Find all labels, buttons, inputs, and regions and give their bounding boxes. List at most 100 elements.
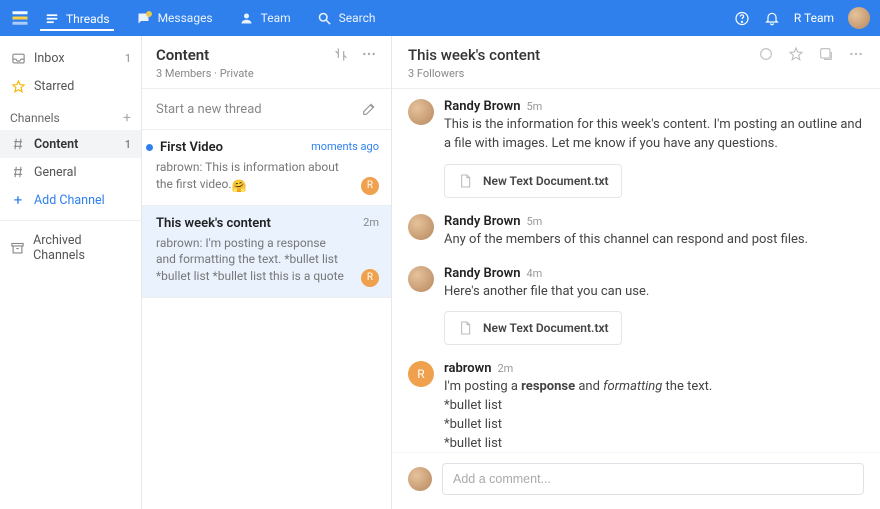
- message-time: 5m: [526, 100, 542, 113]
- thread-avatar: R: [361, 177, 379, 195]
- thread-preview: rabrown: This is information about the f…: [156, 159, 377, 193]
- comment-bar: [392, 452, 880, 509]
- channel-title: Content: [156, 46, 254, 64]
- plus-icon: +: [10, 192, 26, 208]
- sidebar-item-general[interactable]: General: [0, 158, 141, 186]
- sidebar-channels-header: Channels +: [0, 100, 141, 130]
- inbox-icon: [10, 50, 26, 66]
- hash-icon: [10, 164, 26, 180]
- thread-avatar: R: [361, 269, 379, 287]
- team-icon: [239, 10, 255, 26]
- star-outline-icon[interactable]: [788, 46, 804, 62]
- message: Randy Brown5m Any of the members of this…: [408, 214, 864, 250]
- sidebar-item-label: Content: [34, 137, 78, 152]
- tab-threads[interactable]: Threads: [40, 7, 114, 31]
- file-attachment[interactable]: New Text Document.txt: [444, 311, 622, 345]
- tab-team[interactable]: Team: [235, 6, 295, 30]
- compose-icon: [361, 101, 377, 117]
- more-icon[interactable]: [361, 46, 377, 62]
- bullet-line: *bullet list: [444, 435, 864, 452]
- sidebar-item-label: Archived Channels: [33, 233, 131, 263]
- avatar: [408, 214, 434, 240]
- tab-team-label: Team: [261, 11, 291, 25]
- thread-time: moments ago: [311, 140, 379, 153]
- message-author: Randy Brown5m: [444, 214, 864, 229]
- thread-list: Content 3 Members · Private Start a new …: [142, 36, 392, 509]
- message-time: 4m: [526, 267, 542, 280]
- sidebar: Inbox 1 Starred Channels + Content 1 Gen…: [0, 36, 142, 509]
- thread-title: This week's content: [156, 216, 377, 231]
- more-icon[interactable]: [848, 46, 864, 62]
- message: Randy Brown4m Here's another file that y…: [408, 266, 864, 346]
- comment-input[interactable]: [442, 463, 864, 495]
- sort-icon[interactable]: [333, 46, 349, 62]
- sidebar-item-label: Starred: [34, 79, 74, 94]
- sidebar-add-channel[interactable]: + Add Channel: [0, 186, 141, 214]
- sidebar-item-label: Add Channel: [34, 193, 105, 208]
- topbar-nav: Threads Messages Team Search: [40, 5, 380, 31]
- archive-icon: [10, 240, 25, 256]
- new-thread-input[interactable]: Start a new thread: [142, 89, 391, 130]
- sidebar-item-count: 1: [125, 138, 131, 151]
- divider: [0, 220, 141, 221]
- star-icon: [10, 78, 26, 94]
- user-avatar[interactable]: [848, 7, 870, 29]
- tab-threads-label: Threads: [66, 12, 110, 26]
- hug-emoji-icon: 🤗: [232, 178, 246, 192]
- thread-item[interactable]: This week's content 2m rabrown: I'm post…: [142, 206, 391, 298]
- thread-item[interactable]: First Video moments ago rabrown: This is…: [142, 130, 391, 206]
- channel-subtitle: 3 Members · Private: [156, 67, 254, 80]
- message-text: This is the information for this week's …: [444, 116, 864, 154]
- thread-detail-title: This week's content: [408, 46, 540, 64]
- search-icon: [317, 10, 333, 26]
- messages-badge-icon: [146, 11, 152, 17]
- file-name: New Text Document.txt: [483, 174, 609, 188]
- channel-header: Content 3 Members · Private: [142, 36, 391, 89]
- message-text: Any of the members of this channel can r…: [444, 231, 864, 250]
- sidebar-archived[interactable]: Archived Channels: [0, 227, 141, 269]
- thread-detail: This week's content 3 Followers Randy Br…: [392, 36, 880, 509]
- message-time: 5m: [526, 215, 542, 228]
- tab-search[interactable]: Search: [313, 6, 380, 30]
- sidebar-item-starred[interactable]: Starred: [0, 72, 141, 100]
- avatar: R: [408, 361, 434, 387]
- tab-search-label: Search: [339, 11, 376, 25]
- bell-icon[interactable]: [764, 10, 780, 26]
- thread-header: This week's content 3 Followers: [392, 36, 880, 89]
- new-thread-placeholder: Start a new thread: [156, 102, 262, 117]
- message-time: 2m: [497, 362, 513, 375]
- help-icon[interactable]: [734, 10, 750, 26]
- message: R rabrown2m I'm posting a response and f…: [408, 361, 864, 452]
- circle-icon[interactable]: [758, 46, 774, 62]
- message-author: Randy Brown4m: [444, 266, 864, 281]
- thread-preview: rabrown: I'm posting a response and form…: [156, 235, 377, 285]
- message-feed: Randy Brown5m This is the information fo…: [392, 89, 880, 452]
- file-attachment[interactable]: New Text Document.txt: [444, 164, 622, 198]
- hash-icon: [10, 136, 26, 152]
- file-name: New Text Document.txt: [483, 321, 609, 335]
- bullet-line: *bullet list: [444, 397, 864, 416]
- tab-messages-label: Messages: [158, 11, 213, 25]
- message: Randy Brown5m This is the information fo…: [408, 99, 864, 198]
- file-icon: [457, 173, 473, 189]
- message-text: I'm posting a response and formatting th…: [444, 378, 864, 452]
- brand-icon: [10, 8, 30, 28]
- move-icon[interactable]: [818, 46, 834, 62]
- sidebar-item-label: Inbox: [34, 51, 65, 66]
- main: Inbox 1 Starred Channels + Content 1 Gen…: [0, 36, 880, 509]
- channels-header-label: Channels: [10, 111, 60, 125]
- sidebar-item-content[interactable]: Content 1: [0, 130, 141, 158]
- threads-icon: [44, 11, 60, 27]
- avatar: [408, 99, 434, 125]
- bullet-line: *bullet list: [444, 416, 864, 435]
- add-channel-plus-icon[interactable]: +: [123, 110, 131, 126]
- user-label[interactable]: R Team: [794, 11, 834, 25]
- message-text: Here's another file that you can use.: [444, 283, 864, 302]
- thread-followers: 3 Followers: [408, 67, 540, 80]
- sidebar-item-count: 1: [125, 52, 131, 65]
- sidebar-item-inbox[interactable]: Inbox 1: [0, 44, 141, 72]
- tab-messages[interactable]: Messages: [132, 6, 217, 30]
- thread-time: 2m: [363, 216, 379, 229]
- avatar: [408, 467, 432, 491]
- topbar: Threads Messages Team Search R Team: [0, 0, 880, 36]
